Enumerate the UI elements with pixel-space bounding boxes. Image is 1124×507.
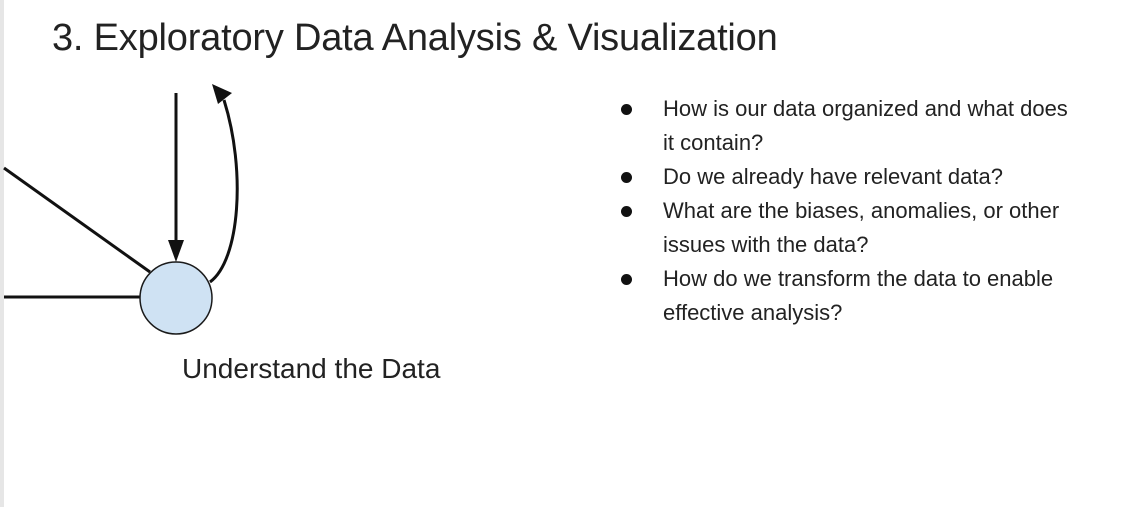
question-list: How is our data organized and what does … <box>618 92 1078 330</box>
understand-data-node <box>139 261 213 335</box>
list-item-text: How is our data organized and what does … <box>663 96 1068 155</box>
list-item-text: How do we transform the data to enable e… <box>663 266 1054 325</box>
loop-arrowhead <box>212 84 232 104</box>
bullet-dot-icon <box>621 104 632 115</box>
incoming-diagonal-edge <box>3 166 151 274</box>
node-label: Understand the Data <box>182 353 441 384</box>
vertical-arrowhead <box>168 240 184 262</box>
list-item: Do we already have relevant data? <box>618 160 1078 194</box>
bullet-dot-icon <box>621 172 632 183</box>
bullet-dot-icon <box>621 206 632 217</box>
bullet-dot-icon <box>621 274 632 285</box>
list-item: What are the biases, anomalies, or other… <box>618 194 1078 262</box>
slide: 3. Exploratory Data Analysis & Visualiza… <box>0 0 1124 507</box>
list-item: How do we transform the data to enable e… <box>618 262 1078 330</box>
list-item-text: What are the biases, anomalies, or other… <box>663 198 1060 257</box>
list-item: How is our data organized and what does … <box>618 92 1078 160</box>
loop-back-arrow <box>209 99 239 284</box>
workflow-diagram <box>3 84 239 335</box>
list-item-text: Do we already have relevant data? <box>663 164 1003 189</box>
